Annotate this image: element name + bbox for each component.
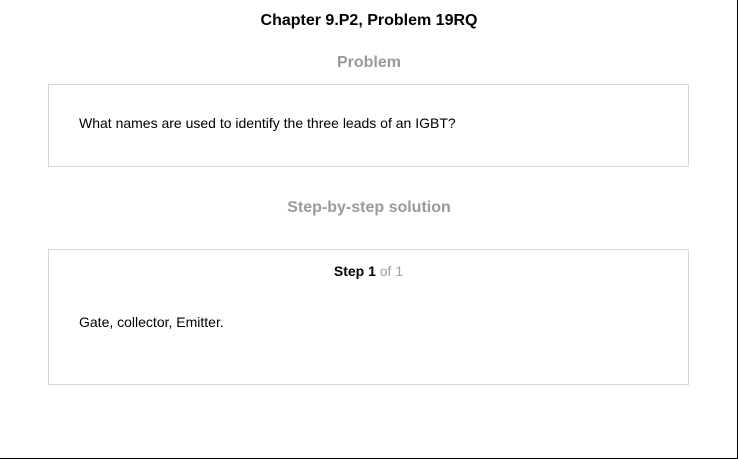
problem-heading: Problem [336,54,401,71]
step-header: Step 1 of 1 [49,263,688,279]
problem-card: What names are used to identify the thre… [48,84,689,167]
problem-text: What names are used to identify the thre… [79,115,456,131]
page-frame: Chapter 9.P2, Problem 19RQ Problem What … [0,0,738,459]
step-label: Step 1 [333,263,376,279]
solution-heading: Step-by-step solution [287,199,451,216]
step-count: of 1 [375,263,404,279]
page-title: Chapter 9.P2, Problem 19RQ [260,12,478,29]
solution-card: Step 1 of 1 Gate, collector, Emitter. [48,249,689,385]
answer-text: Gate, collector, Emitter. [79,314,224,330]
